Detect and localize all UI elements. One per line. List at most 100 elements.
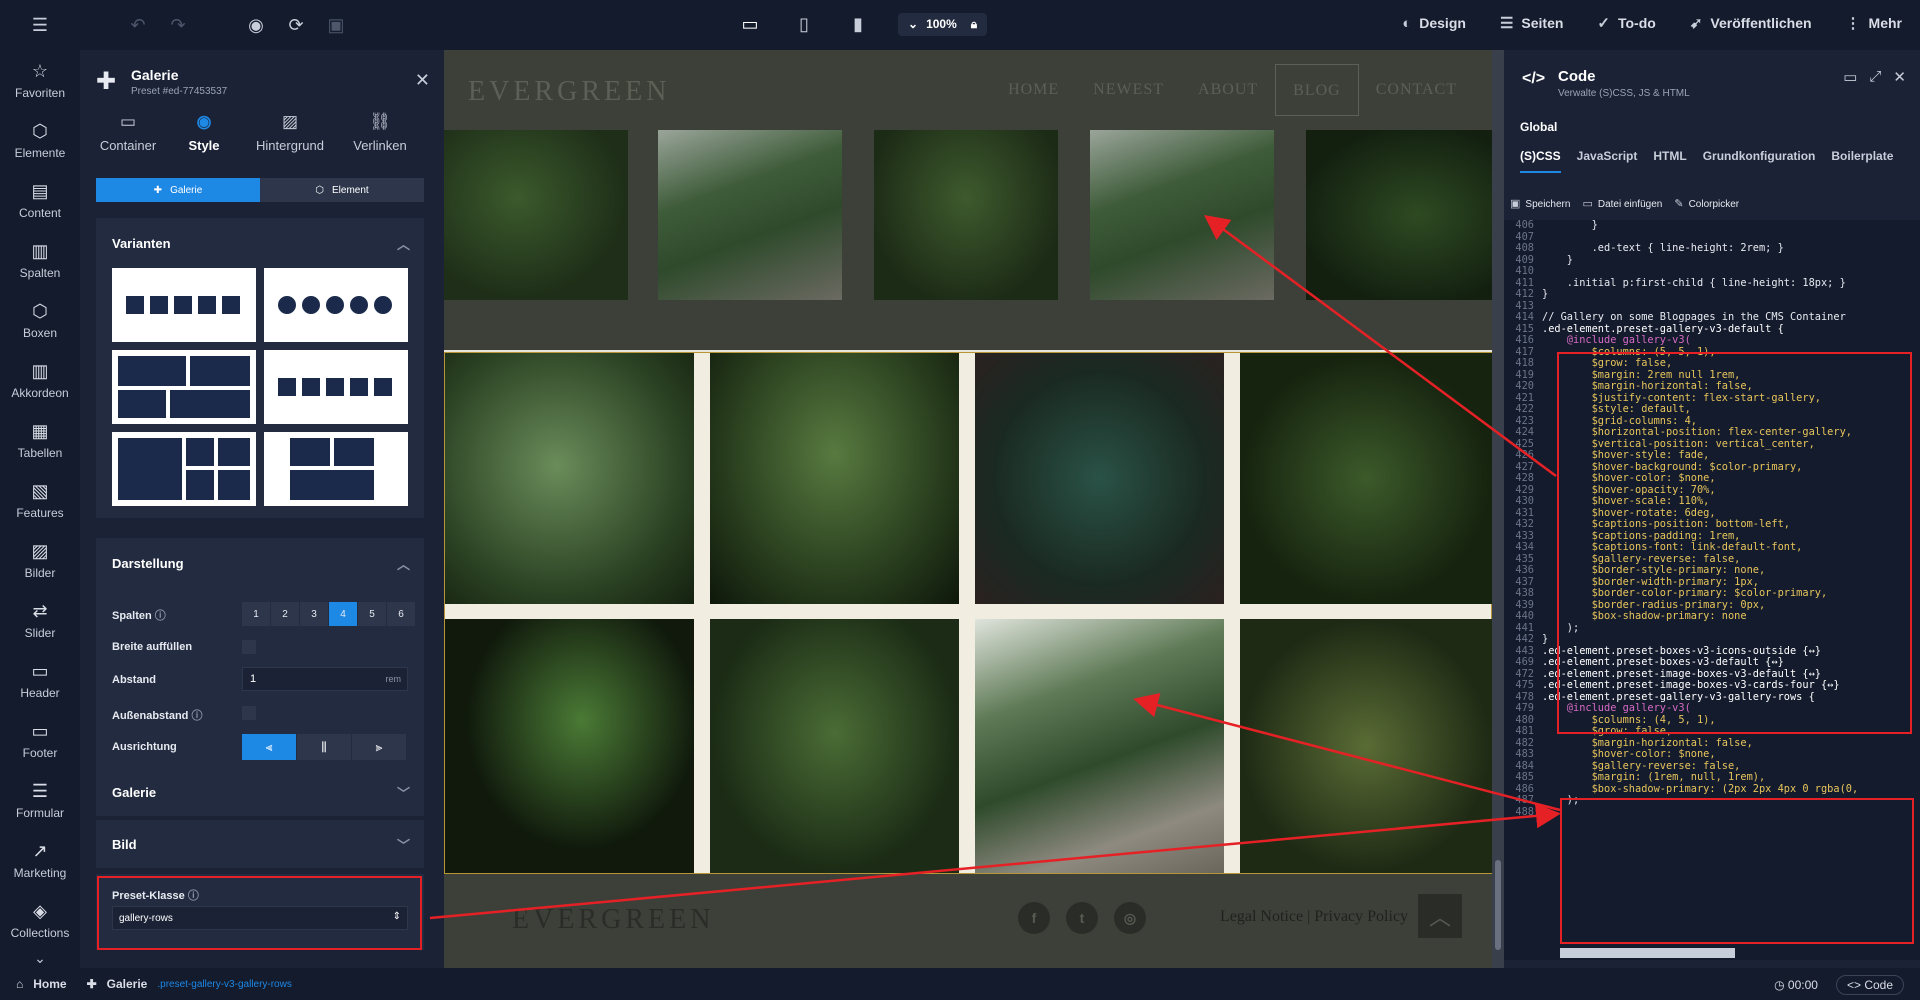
more-menu[interactable]: ⋮ Mehr bbox=[1846, 14, 1902, 32]
footer-brand[interactable]: EVERGREEN bbox=[512, 904, 714, 936]
spalten-option[interactable]: 3 bbox=[300, 602, 328, 626]
rail-features[interactable]: ▧ Features bbox=[0, 470, 80, 530]
rail-collections[interactable]: ◈ Collections bbox=[0, 890, 80, 950]
rail-scroll-down-icon[interactable]: ⌄ bbox=[0, 950, 80, 967]
spalten-option-selected[interactable]: 4 bbox=[329, 602, 357, 626]
refresh-icon[interactable]: ⟳ bbox=[284, 13, 308, 37]
canvas-scrollbar[interactable] bbox=[1492, 50, 1504, 968]
gallery-image[interactable] bbox=[445, 619, 694, 873]
variant-thumb-circles[interactable] bbox=[264, 268, 408, 342]
variant-thumb-grid[interactable] bbox=[264, 350, 408, 424]
rail-bilder[interactable]: ▨ Bilder bbox=[0, 530, 80, 590]
variant-thumb-masonry[interactable] bbox=[112, 350, 256, 424]
rail-akkordeon[interactable]: ▥ Akkordeon bbox=[0, 350, 80, 410]
scrollbar-thumb[interactable] bbox=[1495, 860, 1501, 950]
gallery-image[interactable] bbox=[710, 353, 959, 604]
site-menu-item[interactable]: NEWEST bbox=[1076, 64, 1181, 116]
site-menu-item[interactable]: HOME bbox=[991, 64, 1076, 116]
align-left-icon[interactable]: ⫷ bbox=[242, 734, 296, 760]
rail-slider[interactable]: ⇄ Slider bbox=[0, 590, 80, 650]
rail-footer[interactable]: ▭ Footer bbox=[0, 710, 80, 770]
rail-content[interactable]: ▤ Content bbox=[0, 170, 80, 230]
tab-javascript[interactable]: JavaScript bbox=[1577, 149, 1638, 173]
save-icon[interactable]: ▣ bbox=[324, 13, 348, 37]
editor-horizontal-scrollbar[interactable] bbox=[1560, 948, 1735, 958]
gallery-image[interactable] bbox=[1240, 353, 1492, 604]
rail-boxen[interactable]: ⬡ Boxen bbox=[0, 290, 80, 350]
pages-menu[interactable]: ☰ Seiten bbox=[1500, 14, 1563, 32]
rail-elemente[interactable]: ⬡ Elemente bbox=[0, 110, 80, 170]
save-code-button[interactable]: ▣ Speichern bbox=[1510, 197, 1570, 210]
tab-verlinken[interactable]: ⛓ Verlinken bbox=[338, 102, 422, 162]
breite-checkbox[interactable] bbox=[242, 640, 256, 654]
code-toggle-button[interactable]: <> Code bbox=[1835, 975, 1904, 995]
preview-eye-icon[interactable]: ◉ bbox=[244, 13, 268, 37]
tab-container[interactable]: ▭ Container bbox=[90, 102, 166, 162]
dock-icon[interactable]: ▭ bbox=[1843, 68, 1857, 86]
rail-header[interactable]: ▭ Header bbox=[0, 650, 80, 710]
varianten-header[interactable]: Varianten ︿ bbox=[96, 218, 424, 268]
spalten-option[interactable]: 2 bbox=[271, 602, 299, 626]
gallery-image[interactable] bbox=[444, 130, 628, 300]
design-menu[interactable]: ◐ Design bbox=[1402, 15, 1466, 32]
site-menu-item[interactable]: ABOUT bbox=[1181, 64, 1275, 116]
gallery-image[interactable] bbox=[1240, 619, 1492, 873]
tab-scss[interactable]: (S)CSS bbox=[1520, 149, 1561, 173]
tablet-view-icon[interactable]: ▯ bbox=[792, 12, 816, 36]
tab-hintergrund[interactable]: ▨ Hintergrund bbox=[242, 102, 338, 162]
galerie-section[interactable]: Galerie ﹀ bbox=[96, 768, 424, 816]
variant-thumb-row[interactable] bbox=[112, 268, 256, 342]
legal-links[interactable]: Legal Notice | Privacy Policy bbox=[1220, 908, 1408, 926]
bild-section[interactable]: Bild ﹀ bbox=[96, 820, 424, 868]
segment-galerie[interactable]: ✚ Galerie bbox=[96, 178, 260, 202]
rail-favoriten[interactable]: ☆ Favoriten bbox=[0, 50, 80, 110]
darstellung-header[interactable]: Darstellung ︿ bbox=[96, 538, 424, 588]
instagram-icon[interactable]: ◎ bbox=[1114, 902, 1146, 934]
gallery-image[interactable] bbox=[975, 353, 1224, 604]
align-center-icon[interactable]: ⫼ bbox=[297, 734, 351, 760]
redo-icon[interactable]: ↷ bbox=[166, 13, 190, 37]
gallery-image[interactable] bbox=[1090, 130, 1274, 300]
gallery-rows-element[interactable] bbox=[444, 352, 1492, 874]
desktop-view-icon[interactable]: ▭ bbox=[738, 12, 762, 36]
variant-thumb-mixed[interactable] bbox=[264, 432, 408, 506]
scroll-top-button[interactable]: ︿ bbox=[1418, 894, 1462, 938]
colorpicker-button[interactable]: ✎ Colorpicker bbox=[1674, 197, 1739, 210]
help-icon[interactable]: ⓘ bbox=[155, 610, 166, 622]
zoom-select[interactable]: ⌄ 100% 🔒︎ bbox=[898, 12, 988, 36]
spalten-option[interactable]: 1 bbox=[242, 602, 270, 626]
gallery-image[interactable] bbox=[710, 619, 959, 873]
tab-grundkonfiguration[interactable]: Grundkonfiguration bbox=[1703, 149, 1816, 173]
spalten-option[interactable]: 5 bbox=[358, 602, 386, 626]
rail-tabellen[interactable]: ▦ Tabellen bbox=[0, 410, 80, 470]
insert-file-button[interactable]: ▭ Datei einfügen bbox=[1582, 197, 1662, 210]
gallery-image[interactable] bbox=[445, 353, 694, 604]
aussen-checkbox[interactable] bbox=[242, 706, 256, 720]
site-brand[interactable]: EVERGREEN bbox=[468, 76, 670, 108]
abstand-input[interactable]: 1 rem bbox=[242, 667, 408, 691]
hamburger-menu-icon[interactable]: ☰ bbox=[28, 13, 52, 37]
publish-menu[interactable]: ➹ Veröffentlichen bbox=[1690, 14, 1812, 32]
close-icon[interactable]: ✕ bbox=[415, 70, 430, 91]
breadcrumb-element[interactable]: Galerie bbox=[107, 977, 148, 991]
tab-style[interactable]: ◉ Style bbox=[166, 102, 242, 162]
tab-html[interactable]: HTML bbox=[1653, 149, 1686, 173]
align-right-icon[interactable]: ⫸ bbox=[352, 734, 406, 760]
expand-icon[interactable]: ⤢ bbox=[1869, 68, 1881, 86]
gallery-image[interactable] bbox=[1306, 130, 1492, 300]
mobile-view-icon[interactable]: ▮ bbox=[846, 12, 870, 36]
close-icon[interactable]: ✕ bbox=[1893, 68, 1906, 86]
help-icon[interactable]: ⓘ bbox=[191, 710, 202, 722]
gallery-image[interactable] bbox=[658, 130, 842, 300]
undo-icon[interactable]: ↶ bbox=[126, 13, 150, 37]
segment-element[interactable]: ⬡ Element bbox=[260, 178, 424, 202]
rail-marketing[interactable]: ↗ Marketing bbox=[0, 830, 80, 890]
breadcrumb-home[interactable]: Home bbox=[33, 977, 66, 991]
site-menu-item[interactable]: CONTACT bbox=[1359, 64, 1474, 116]
variant-thumb-feature[interactable] bbox=[112, 432, 256, 506]
twitter-icon[interactable]: t bbox=[1066, 902, 1098, 934]
spalten-option[interactable]: 6 bbox=[387, 602, 415, 626]
rail-spalten[interactable]: ▥ Spalten bbox=[0, 230, 80, 290]
lock-icon[interactable]: 🔒︎ bbox=[971, 17, 977, 32]
facebook-icon[interactable]: f bbox=[1018, 902, 1050, 934]
